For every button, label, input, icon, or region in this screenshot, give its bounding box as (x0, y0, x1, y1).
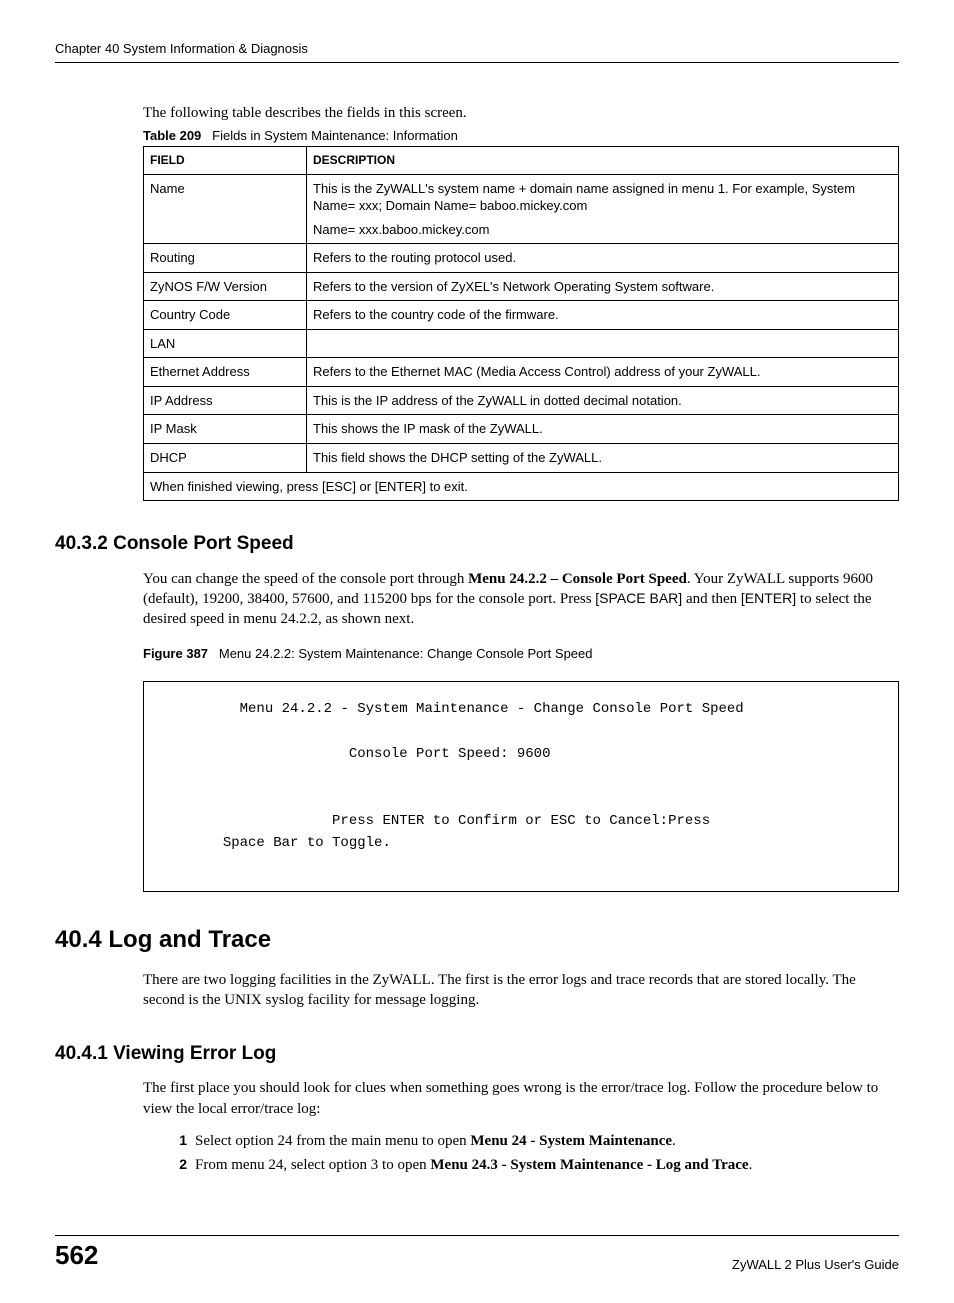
step-number: 2 (167, 1155, 187, 1175)
table-row: DHCPThis field shows the DHCP setting of… (144, 444, 899, 473)
steps-list: 1 Select option 24 from the main menu to … (167, 1131, 899, 1176)
table-row: IP AddressThis is the IP address of the … (144, 386, 899, 415)
table-cell-field: Routing (144, 244, 307, 273)
table-row: LAN (144, 329, 899, 358)
page-footer: 562 ZyWALL 2 Plus User's Guide (55, 1235, 899, 1273)
table-cell-desc: Refers to the routing protocol used. (307, 244, 899, 273)
main-content: The following table describes the fields… (143, 103, 899, 502)
table-cell-field: IP Address (144, 386, 307, 415)
table-footer-row: When finished viewing, press [ESC] or [E… (144, 472, 899, 501)
table-row: ZyNOS F/W VersionRefers to the version o… (144, 272, 899, 301)
table-cell-field: IP Mask (144, 415, 307, 444)
table-row: Country CodeRefers to the country code o… (144, 301, 899, 330)
table-intro-text: The following table describes the fields… (143, 103, 899, 123)
table-footer-cell: When finished viewing, press [ESC] or [E… (144, 472, 899, 501)
table-head-desc: DESCRIPTION (307, 147, 899, 174)
table-row: RoutingRefers to the routing protocol us… (144, 244, 899, 273)
footer-title: ZyWALL 2 Plus User's Guide (732, 1256, 899, 1274)
table-row: IP MaskThis shows the IP mask of the ZyW… (144, 415, 899, 444)
table-cell-desc (307, 329, 899, 358)
step-text: From menu 24, select option 3 to open Me… (195, 1155, 899, 1175)
table-cell-desc: This shows the IP mask of the ZyWALL. (307, 415, 899, 444)
figure-caption-title: Menu 24.2.2: System Maintenance: Change … (219, 646, 593, 661)
table-head-field: FIELD (144, 147, 307, 174)
table-cell-desc: Refers to the Ethernet MAC (Media Access… (307, 358, 899, 387)
figure-caption-label: Figure 387 (143, 646, 208, 661)
table-cell-field: DHCP (144, 444, 307, 473)
page-header: Chapter 40 System Information & Diagnosi… (55, 40, 899, 63)
step-text: Select option 24 from the main menu to o… (195, 1131, 899, 1151)
table-cell-field: ZyNOS F/W Version (144, 272, 307, 301)
console-port-speed-para: You can change the speed of the console … (143, 569, 899, 630)
list-item: 1 Select option 24 from the main menu to … (167, 1131, 899, 1151)
table-cell-field: Country Code (144, 301, 307, 330)
table-cell-desc: Refers to the country code of the firmwa… (307, 301, 899, 330)
page-number: 562 (55, 1238, 98, 1273)
table-cell-desc: This is the IP address of the ZyWALL in … (307, 386, 899, 415)
table-cell-field: LAN (144, 329, 307, 358)
table-row: NameThis is the ZyWALL's system name + d… (144, 174, 899, 244)
table-caption-label: Table 209 (143, 128, 201, 143)
table-cell-desc: This is the ZyWALL's system name + domai… (307, 174, 899, 244)
log-and-trace-para: There are two logging facilities in the … (143, 970, 899, 1011)
console-screenshot: Menu 24.2.2 - System Maintenance - Chang… (143, 681, 899, 892)
heading-40-4: 40.4 Log and Trace (55, 924, 899, 956)
table-cell-field: Ethernet Address (144, 358, 307, 387)
figure-caption: Figure 387 Menu 24.2.2: System Maintenan… (143, 645, 899, 663)
table-row: Ethernet AddressRefers to the Ethernet M… (144, 358, 899, 387)
table-cell-field: Name (144, 174, 307, 244)
table-caption: Table 209 Fields in System Maintenance: … (143, 127, 899, 145)
table-cell-desc: Refers to the version of ZyXEL's Network… (307, 272, 899, 301)
viewing-error-log-para: The first place you should look for clue… (143, 1078, 899, 1119)
list-item: 2 From menu 24, select option 3 to open M… (167, 1155, 899, 1175)
fields-table: FIELD DESCRIPTION NameThis is the ZyWALL… (143, 146, 899, 501)
heading-40-3-2: 40.3.2 Console Port Speed (55, 531, 899, 557)
table-caption-title: Fields in System Maintenance: Informatio… (212, 128, 458, 143)
table-cell-desc: This field shows the DHCP setting of the… (307, 444, 899, 473)
heading-40-4-1: 40.4.1 Viewing Error Log (55, 1041, 899, 1067)
step-number: 1 (167, 1131, 187, 1151)
